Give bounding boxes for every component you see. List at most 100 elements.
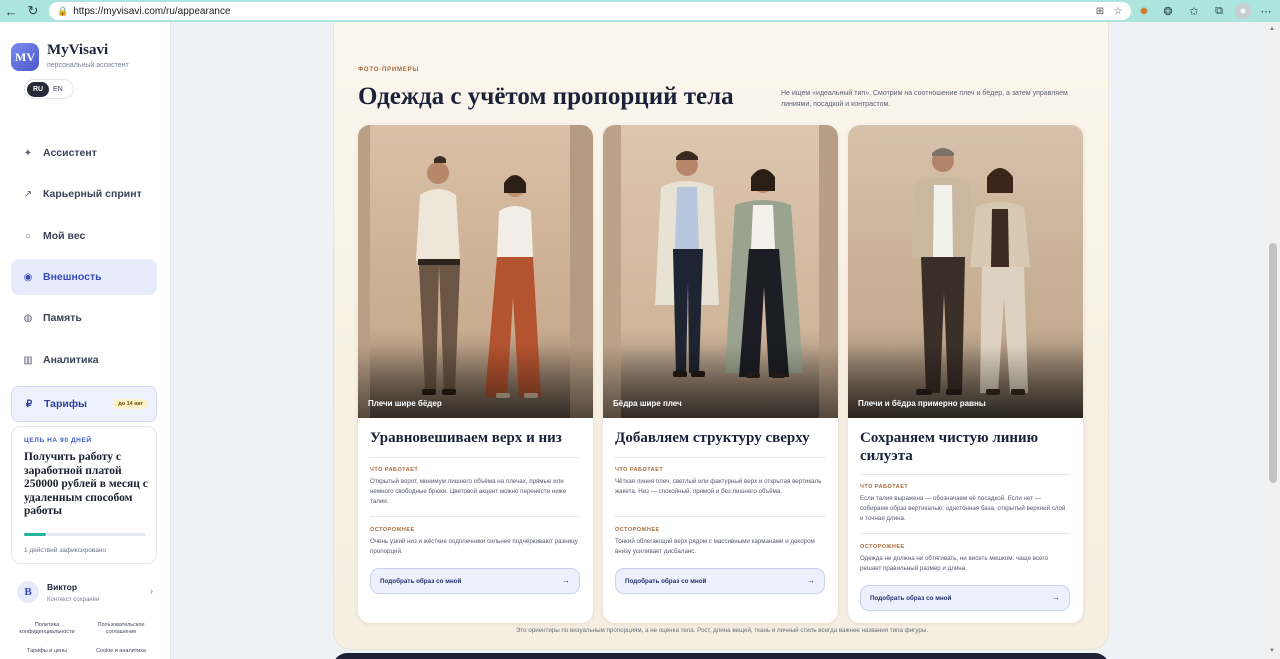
url-text[interactable]: https://myvisavi.com/ru/appearance [73, 6, 230, 17]
arrow-up-right-icon: ↗ [23, 188, 33, 200]
brand-name[interactable]: MyVisavi [47, 42, 108, 59]
scroll-up-icon[interactable]: ▲ [1269, 26, 1275, 32]
bar-chart-icon: ▥ [23, 354, 33, 366]
circle-icon: ○ [24, 230, 32, 242]
section-lead: Не ищем «идеальный тип». Смотрим на соот… [781, 90, 1068, 108]
goal-status: 1 действий зафиксировано [24, 547, 107, 554]
arrow-right-icon: → [807, 576, 815, 585]
card-photo: Бёдра шире плеч [603, 125, 838, 418]
pick-outfit-button[interactable]: Подобрать образ со мной → [860, 585, 1070, 611]
scrollbar[interactable]: ▲ ▼ [1266, 22, 1280, 659]
favorites-icon[interactable]: ✩ [1186, 3, 1202, 19]
nav-item-memory[interactable]: ◍ Память [11, 300, 157, 336]
brand-tagline: персональный ассистент [47, 62, 129, 69]
scroll-down-icon[interactable]: ▼ [1269, 648, 1275, 654]
button-label: Подобрать образ со мной [625, 577, 707, 585]
works-label: ЧТО РАБОТАЕТ [615, 467, 664, 473]
nav-item-my-weight[interactable]: ○ Мой вес [11, 218, 157, 254]
works-label: ЧТО РАБОТАЕТ [860, 484, 909, 490]
reload-icon[interactable]: ↻ [22, 0, 44, 22]
avatar: В [17, 581, 39, 603]
nav-label: Тарифы [44, 398, 88, 410]
lang-ru-button[interactable]: RU [27, 81, 49, 97]
more-menu-icon[interactable]: ⋯ [1258, 3, 1274, 19]
works-text: Чёткая линия плеч, светлый или фактурный… [615, 478, 822, 495]
goal-title: Получить работу с заработной платой 2500… [24, 451, 148, 518]
memory-icon: ◍ [23, 312, 33, 324]
extension-icon[interactable]: ✹ [1136, 3, 1152, 19]
works-label: ЧТО РАБОТАЕТ [370, 467, 419, 473]
app-icon[interactable]: ⊞ [1093, 4, 1107, 18]
lock-icon[interactable]: 🔒 [57, 6, 68, 17]
divider [860, 474, 1070, 475]
nav-label: Мой вес [43, 230, 86, 242]
divider [615, 516, 825, 517]
nav-item-assistant[interactable]: ✦ Ассистент [11, 135, 157, 171]
profile-avatar-icon[interactable]: ● [1235, 3, 1251, 19]
section-title: Одежда с учётом пропорций тела [358, 83, 734, 110]
divider [370, 457, 580, 458]
photo-caption: Бёдра шире плеч [613, 399, 682, 408]
card-photo: Плечи и бёдра примерно равны [848, 125, 1083, 418]
photo-caption: Плечи и бёдра примерно равны [858, 399, 986, 408]
nav-item-tariffs[interactable]: ₽ Тарифы до 14 авг [11, 386, 157, 422]
nav-label: Карьерный спринт [43, 188, 142, 200]
sidebar: MV MyVisavi персональный ассистент RU EN… [0, 22, 171, 659]
pick-outfit-button[interactable]: Подобрать образ со мной → [370, 568, 580, 594]
button-label: Подобрать образ со мной [870, 594, 952, 602]
chevron-right-icon: › [150, 586, 153, 596]
careful-text: Очень узкий низ и жёсткие подплечники си… [370, 538, 578, 555]
card-balanced: Плечи и бёдра примерно равны Сохраняем ч… [848, 125, 1083, 623]
logo[interactable]: MV [11, 43, 39, 71]
scrollbar-thumb[interactable] [1269, 243, 1277, 483]
careful-text: Одежда не должна ни обтягивать, ни висет… [860, 555, 1049, 572]
careful-label: ОСТОРОЖНЕЕ [860, 544, 905, 550]
card-hips-wider: Бёдра шире плеч Добавляем структуру свер… [603, 125, 838, 623]
couple-photo-3 [848, 125, 1083, 418]
careful-text: Тонкий облегающий верх рядом с массивным… [615, 538, 815, 555]
photo-caption: Плечи шире бёдер [368, 399, 442, 408]
couple-photo-1 [358, 125, 593, 418]
pricing-link[interactable]: Тарифы и цены [12, 648, 82, 655]
divider [860, 533, 1070, 534]
card-title: Добавляем структуру сверху [615, 430, 810, 446]
pick-outfit-button[interactable]: Подобрать образ со мной → [615, 568, 825, 594]
bookmark-star-icon[interactable]: ☆ [1111, 4, 1125, 18]
tariff-badge: до 14 авг [113, 399, 148, 409]
target-icon: ◉ [23, 271, 33, 283]
works-text: Открытый ворот, минимум лишнего объёма н… [370, 478, 567, 505]
couple-photo-2 [603, 125, 838, 418]
address-bar[interactable]: 🔒 https://myvisavi.com/ru/appearance ⊞ ☆ [49, 2, 1131, 20]
extension-puzzle-icon[interactable]: ❂ [1160, 3, 1176, 19]
user-name: Виктор [47, 582, 78, 592]
disclaimer-note: Это ориентиры по визуальным пропорциям, … [515, 627, 929, 634]
user-subtitle: Контекст сохранён [47, 597, 100, 603]
card-title: Сохраняем чистую линию силуэта [860, 430, 1039, 464]
nav-label: Аналитика [43, 354, 99, 366]
goal-progress-bar [24, 533, 146, 536]
nav-item-career-sprint[interactable]: ↗ Карьерный спринт [11, 176, 157, 212]
nav-label: Внешность [43, 271, 102, 283]
divider [370, 516, 580, 517]
collections-icon[interactable]: ⧉ [1211, 3, 1227, 19]
sparkle-icon: ✦ [23, 147, 33, 159]
lang-en-button[interactable]: EN [53, 86, 63, 93]
nav-item-analytics[interactable]: ▥ Аналитика [11, 342, 157, 378]
arrow-right-icon: → [562, 576, 570, 585]
careful-label: ОСТОРОЖНЕЕ [615, 527, 660, 533]
goal-card[interactable]: ЦЕЛЬ НА 90 ДНЕЙ Получить работу с зарабо… [11, 426, 157, 564]
privacy-policy-link[interactable]: Политика конфиденциальности [12, 622, 82, 636]
user-profile[interactable]: В Виктор Контекст сохранён › [11, 575, 157, 609]
photo-examples-section: ФОТО-ПРИМЕРЫ Одежда с учётом пропорций т… [333, 22, 1109, 650]
language-switcher: RU EN [24, 79, 74, 99]
careful-label: ОСТОРОЖНЕЕ [370, 527, 415, 533]
user-agreement-link[interactable]: Пользовательское соглашение [86, 622, 156, 636]
cookie-link[interactable]: Cookie и аналитика [86, 648, 156, 655]
section-eyebrow: ФОТО-ПРИМЕРЫ [358, 67, 420, 73]
works-text: Если талия выражена — обозначаем её поса… [860, 495, 1066, 522]
nav-item-appearance[interactable]: ◉ Внешность [11, 259, 157, 295]
divider [615, 457, 825, 458]
card-shoulders-wider: Плечи шире бёдер Уравновешиваем верх и н… [358, 125, 593, 623]
goal-progress-fill [24, 533, 46, 536]
next-section-edge [333, 653, 1109, 659]
